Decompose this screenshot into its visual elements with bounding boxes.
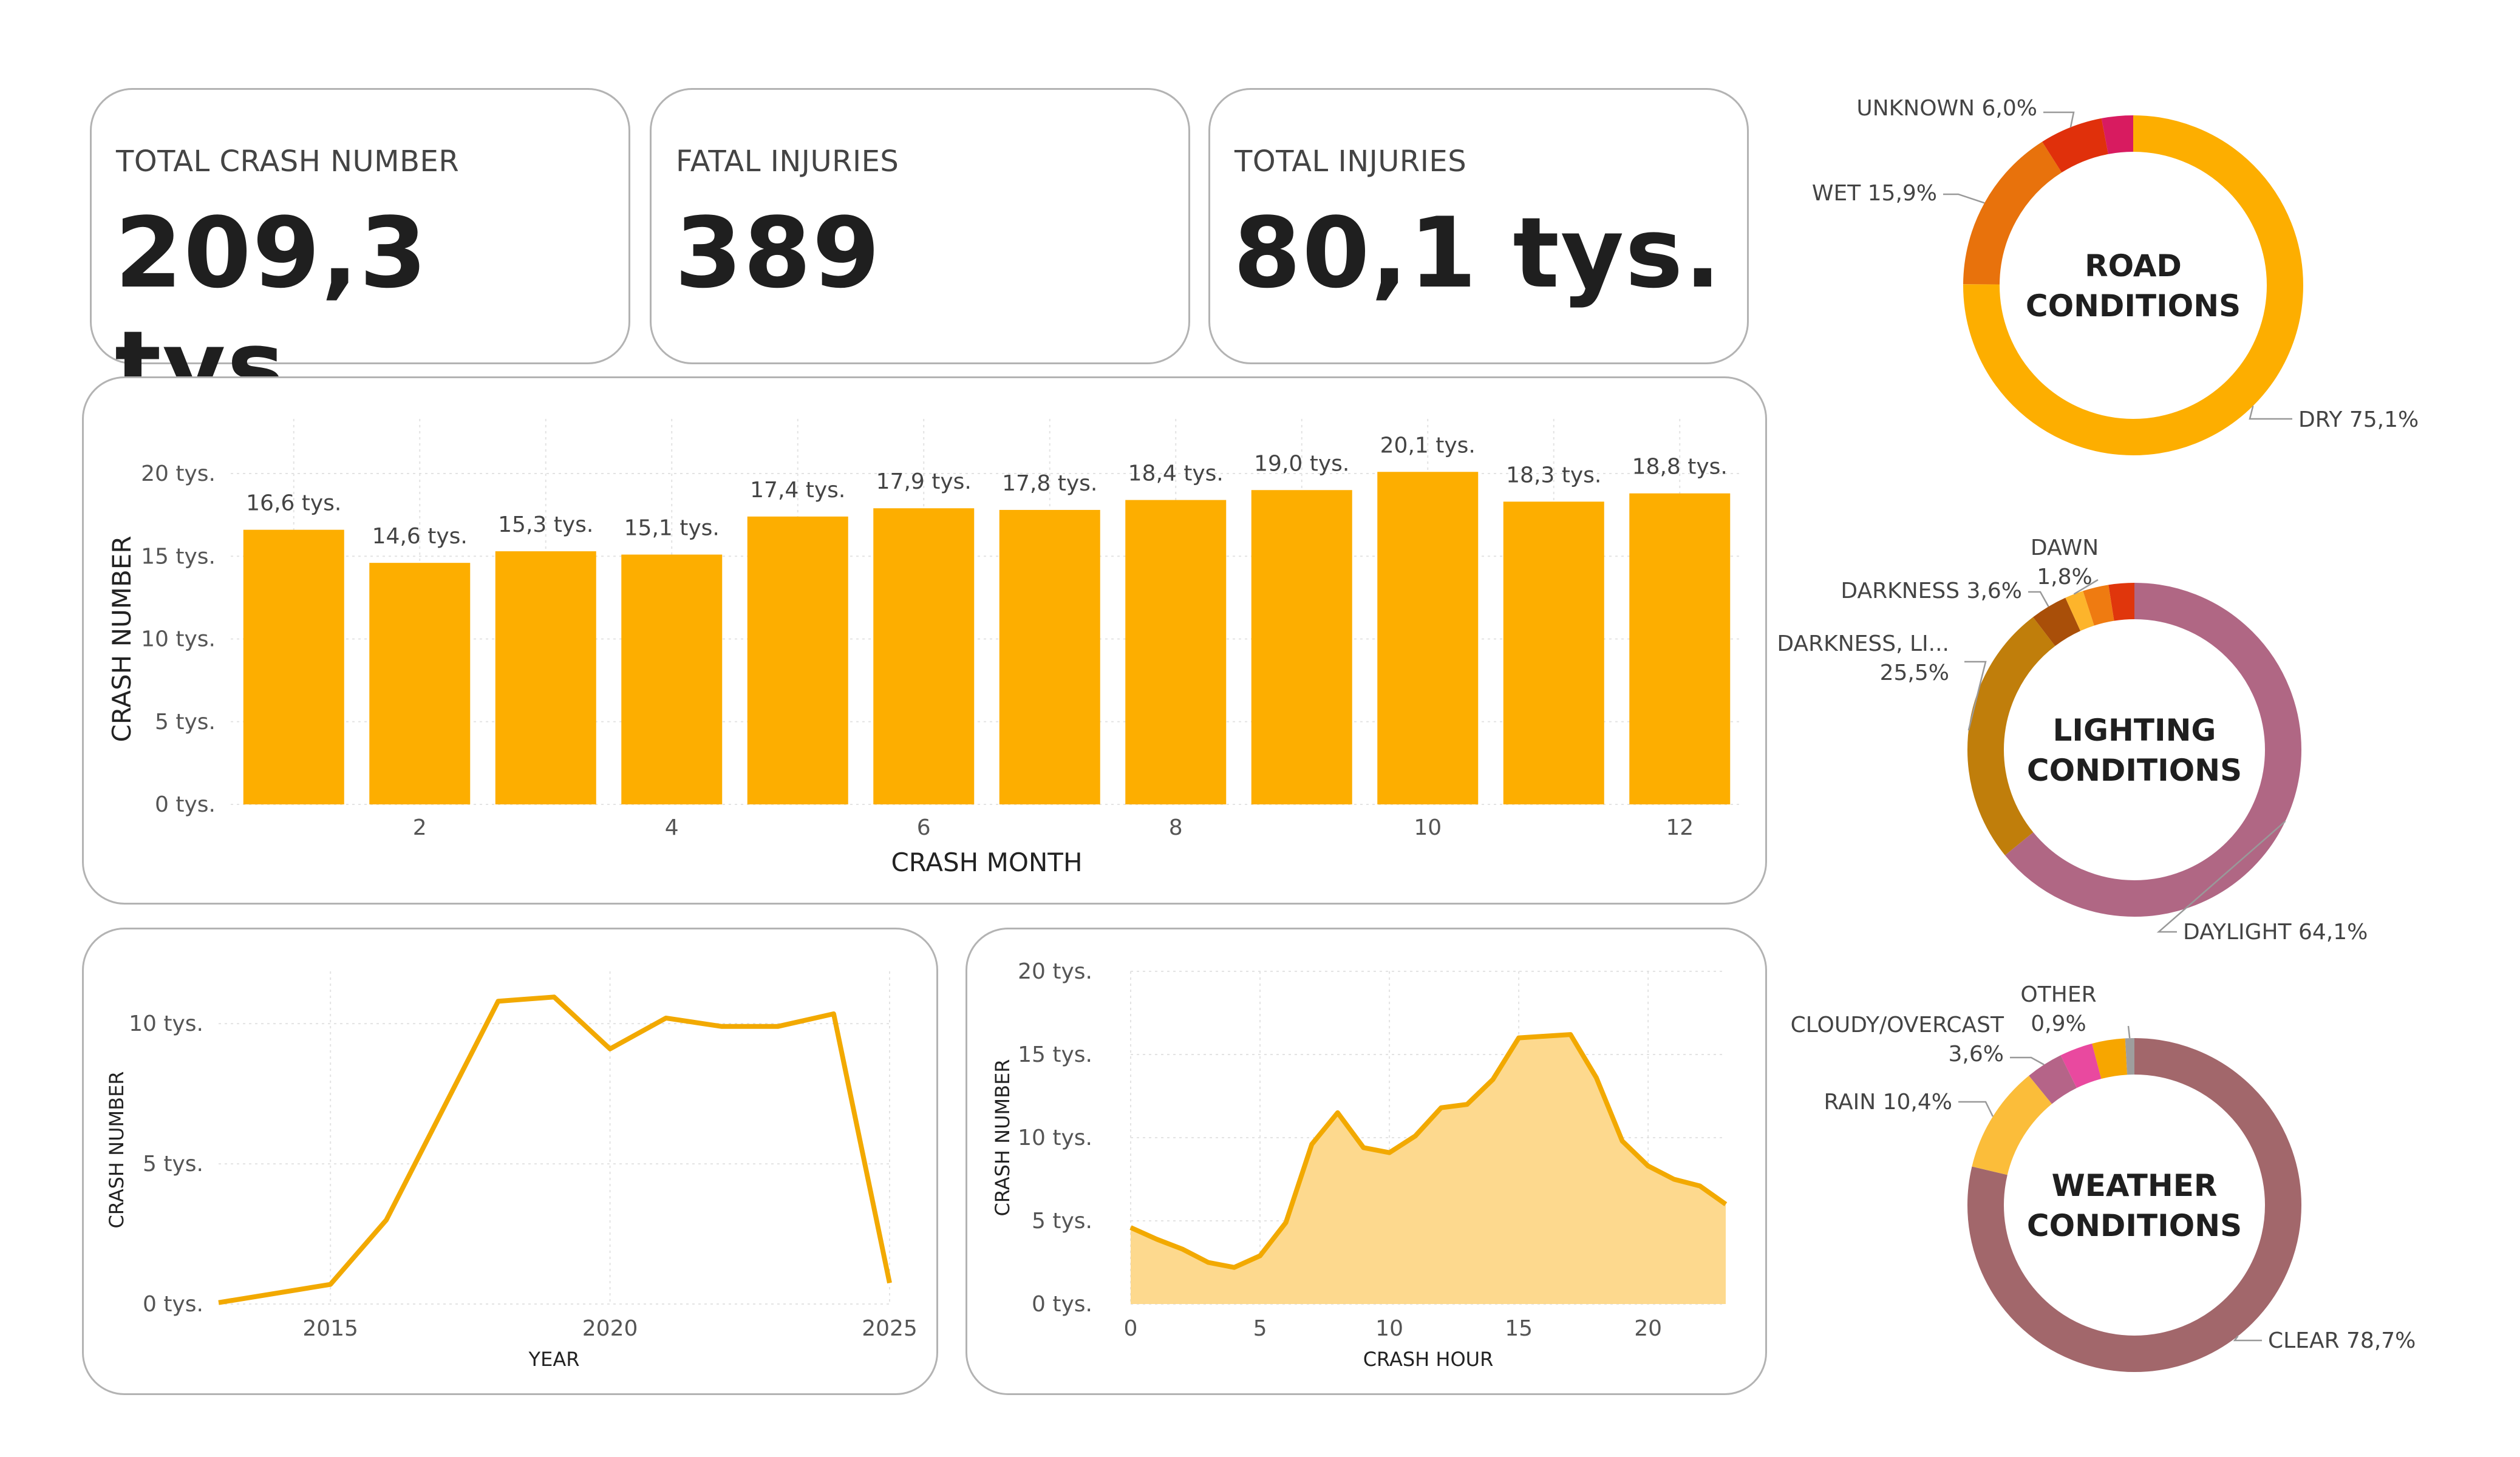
bar [1251, 490, 1352, 804]
y-tick-label: 10 tys. [141, 627, 216, 652]
bar [1503, 501, 1604, 804]
y-tick-label: 5 tys. [155, 710, 216, 735]
donut-title: CONDITIONS [2027, 1208, 2242, 1243]
y-tick-label: 20 tys. [141, 461, 216, 486]
data-label: 14,6 tys. [372, 524, 468, 549]
y-tick-label: 0 tys. [1032, 1292, 1092, 1317]
bar [1377, 472, 1479, 804]
y-tick-label: 0 tys. [143, 1292, 203, 1317]
x-tick-label: 2020 [582, 1316, 638, 1341]
slice-label: CLOUDY/OVERCAST [1791, 1013, 2004, 1038]
x-tick-label: 2 [413, 815, 427, 840]
y-tick-label: 15 tys. [1018, 1042, 1092, 1067]
slice-label: 1,8% [2037, 565, 2092, 589]
x-axis-title: CRASH HOUR [1363, 1348, 1494, 1371]
x-tick-label: 20 [1634, 1316, 1662, 1341]
data-label: 17,9 tys. [876, 469, 972, 494]
y-axis-title: CRASH NUMBER [107, 535, 137, 742]
bar [873, 508, 975, 804]
slice-label: 0,9% [2031, 1011, 2086, 1036]
y-tick-label: 10 tys. [1018, 1126, 1092, 1150]
donut-title: ROAD [2085, 248, 2182, 284]
y-tick-label: 5 tys. [1032, 1209, 1092, 1234]
bar [747, 516, 848, 804]
data-label: 20,1 tys. [1380, 433, 1476, 458]
x-tick-label: 12 [1666, 815, 1694, 840]
y-tick-label: 15 tys. [141, 544, 216, 569]
slice-label: 25,5% [1880, 661, 1949, 685]
slice-label: DARKNESS 3,6% [1841, 579, 2022, 603]
y-tick-label: 5 tys. [143, 1152, 203, 1177]
x-tick-label: 2015 [302, 1316, 358, 1341]
slice-label: DARKNESS, LI... [1777, 631, 1949, 656]
x-axis-title: YEAR [528, 1348, 580, 1371]
leader-line [2127, 1025, 2131, 1039]
series-line [218, 994, 892, 1305]
donut-title: WEATHER [2052, 1168, 2218, 1203]
bar [369, 563, 471, 804]
donut-title: CONDITIONS [2027, 753, 2242, 788]
slice-label: 3,6% [1949, 1042, 2004, 1067]
slice-label: DAWN [2031, 535, 2099, 560]
x-tick-label: 15 [1505, 1316, 1533, 1341]
x-tick-label: 6 [917, 815, 931, 840]
leader-line [2249, 406, 2292, 420]
bar [621, 554, 723, 804]
leader-line [2043, 111, 2075, 127]
data-label: 15,1 tys. [624, 516, 720, 541]
slice-label: WET 15,9% [1812, 181, 1937, 206]
x-tick-label: 8 [1169, 815, 1183, 840]
data-label: 18,4 tys. [1128, 461, 1224, 486]
slice-label: CLEAR 78,7% [2268, 1328, 2416, 1353]
leader-line [2010, 1056, 2045, 1065]
x-tick-label: 10 [1375, 1316, 1403, 1341]
slice-label: UNKNOWN 6,0% [1856, 96, 2037, 121]
slice-label: DAYLIGHT 64,1% [2183, 920, 2368, 945]
y-axis-title: CRASH NUMBER [105, 1071, 128, 1228]
bar [999, 509, 1100, 804]
leader-line [2028, 591, 2049, 607]
slice-label: OTHER [2020, 982, 2096, 1007]
donut-title: CONDITIONS [2026, 288, 2241, 324]
x-tick-label: 5 [1253, 1316, 1267, 1341]
bar [495, 551, 596, 804]
data-label: 17,4 tys. [750, 478, 845, 503]
x-tick-label: 2025 [862, 1316, 918, 1341]
bar [1125, 500, 1227, 804]
bar [243, 529, 344, 804]
data-label: 17,8 tys. [1002, 471, 1097, 496]
slice-label: RAIN 10,4% [1824, 1090, 1952, 1115]
x-tick-label: 0 [1124, 1316, 1138, 1341]
slice-label: DRY 75,1% [2298, 407, 2419, 432]
data-label: 18,8 tys. [1632, 455, 1728, 480]
y-tick-label: 20 tys. [1018, 959, 1092, 984]
data-label: 19,0 tys. [1254, 451, 1349, 476]
x-tick-label: 10 [1414, 815, 1442, 840]
donut-title: LIGHTING [2053, 713, 2216, 748]
leader-line [2233, 1335, 2262, 1342]
dashboard-charts: 0 tys.5 tys.10 tys.15 tys.20 tys.16,6 ty… [105, 96, 2419, 1372]
data-label: 15,3 tys. [498, 512, 593, 537]
data-label: 18,3 tys. [1506, 463, 1601, 487]
y-tick-label: 0 tys. [155, 792, 216, 817]
leader-line [1958, 1101, 1994, 1117]
y-tick-label: 10 tys. [129, 1011, 203, 1036]
x-tick-label: 4 [665, 815, 679, 840]
data-label: 16,6 tys. [246, 491, 341, 516]
bar [1629, 493, 1731, 804]
leader-line [1943, 193, 1985, 204]
x-axis-title: CRASH MONTH [891, 847, 1082, 877]
y-axis-title: CRASH NUMBER [991, 1059, 1014, 1216]
